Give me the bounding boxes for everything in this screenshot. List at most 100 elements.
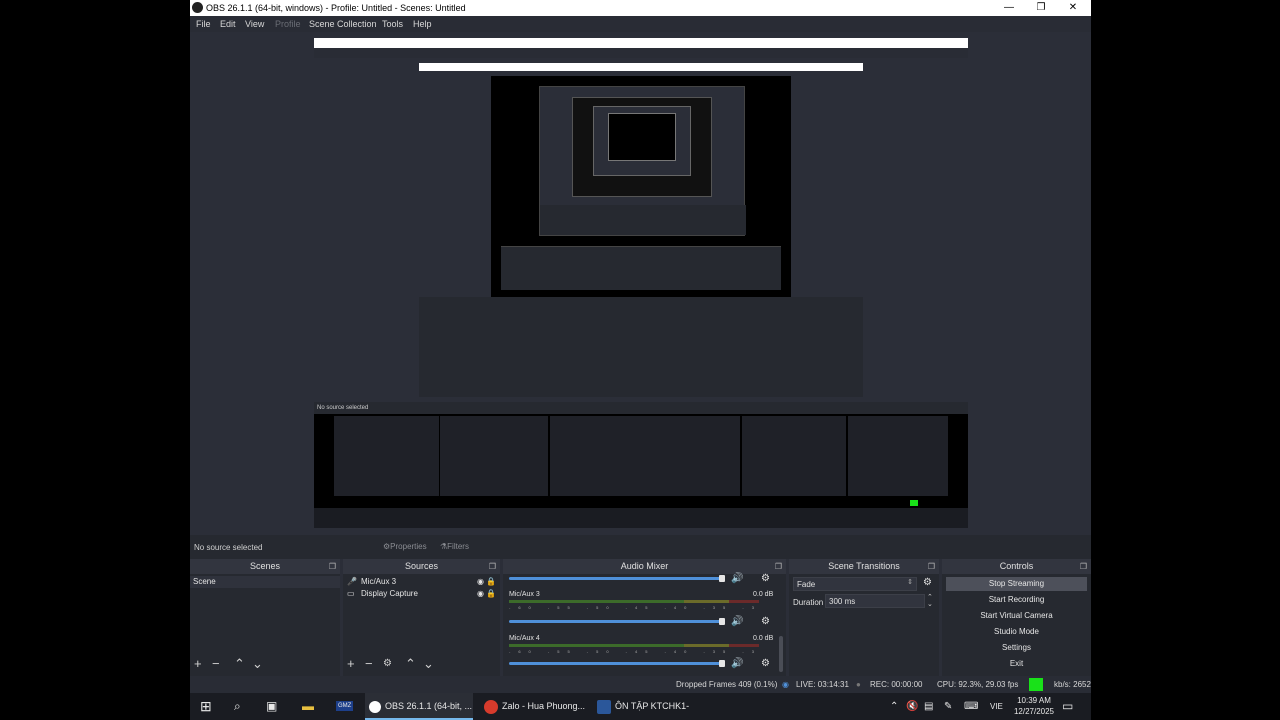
studio-mode-button[interactable]: Studio Mode — [946, 625, 1087, 639]
speaker-icon[interactable]: 🔊 — [731, 616, 743, 627]
mixer-title: Audio Mixer — [620, 561, 669, 571]
source-item[interactable]: 🎤 Mic/Aux 3 ◉ 🔒 — [343, 576, 500, 588]
chevron-up-icon[interactable]: ⌃ — [890, 693, 898, 720]
add-icon[interactable]: + — [347, 656, 355, 671]
volume-slider[interactable] — [509, 577, 723, 580]
windows-taskbar: ⊞ ⌕ ▣ ▬ GMZ OBS 26.1.1 (64-bit, ... Zalo… — [190, 693, 1091, 720]
taskbar-obs[interactable]: OBS 26.1.1 (64-bit, ... — [365, 693, 473, 720]
taskbar-word[interactable]: ÔN TẬP KTCHK1-K... — [593, 693, 701, 720]
slider-handle[interactable] — [719, 618, 725, 625]
slider-handle[interactable] — [719, 660, 725, 667]
start-recording-button[interactable]: Start Recording — [946, 593, 1087, 607]
remove-icon[interactable]: − — [212, 656, 220, 671]
network-icon[interactable]: ▤ — [924, 693, 933, 720]
clock[interactable]: 10:39 AM 12/27/2025 — [1010, 695, 1058, 717]
source-label: Display Capture — [361, 589, 418, 598]
scrollbar[interactable] — [779, 636, 783, 672]
eye-icon[interactable]: ◉ — [477, 588, 484, 600]
properties-button[interactable]: ⚙Properties — [383, 542, 427, 551]
nested-title-bar — [314, 38, 968, 48]
menu-profile[interactable]: Profile — [275, 19, 301, 29]
transition-select[interactable]: Fade ⇕ — [793, 577, 917, 591]
gear-icon[interactable]: ⚙ — [383, 658, 392, 669]
preview-canvas[interactable]: No source selected — [190, 32, 1091, 535]
minimize-button[interactable]: — — [993, 0, 1025, 16]
pen-icon[interactable]: ✎ — [944, 693, 952, 720]
speaker-icon[interactable]: 🔊 — [731, 573, 743, 584]
scene-item[interactable]: Scene — [190, 576, 340, 588]
keyboard-icon[interactable]: ⌨ — [964, 693, 978, 720]
taskbar-zalo[interactable]: Zalo - Hua Phuong... — [480, 693, 588, 720]
menu-file[interactable]: File — [196, 19, 211, 29]
channel-db: 0.0 dB — [753, 635, 774, 642]
volume-mute-icon[interactable]: 🔇 — [906, 693, 918, 720]
slider-handle[interactable] — [719, 575, 725, 582]
maximize-button[interactable]: ❐ — [1025, 0, 1057, 16]
menu-view[interactable]: View — [245, 19, 264, 29]
language-indicator[interactable]: VIE — [990, 693, 1003, 720]
move-up-icon[interactable]: ⌃ — [405, 656, 416, 672]
notification-icon[interactable]: ▭ — [1062, 693, 1073, 720]
source-item[interactable]: ▭ Display Capture ◉ 🔒 — [343, 588, 500, 600]
scenes-title: Scenes — [249, 561, 281, 571]
nested-menu-bar — [314, 48, 968, 58]
volume-slider[interactable] — [509, 662, 723, 665]
filters-button[interactable]: ⚗Filters — [440, 542, 469, 551]
menu-scene-collection[interactable]: Scene Collection — [309, 19, 377, 29]
remove-icon[interactable]: − — [365, 656, 373, 671]
folder-icon[interactable]: ▬ — [302, 693, 314, 720]
duration-input[interactable]: 300 ms — [825, 594, 925, 608]
undock-icon[interactable]: ❐ — [489, 559, 496, 574]
volume-slider[interactable] — [509, 620, 723, 623]
gear-icon[interactable]: ⚙ — [923, 577, 932, 588]
move-up-icon[interactable]: ⌃ — [234, 656, 245, 672]
menu-edit[interactable]: Edit — [220, 19, 236, 29]
updown-icon: ⇕ — [907, 579, 913, 586]
audio-meter — [509, 644, 759, 647]
task-view-icon[interactable]: ▣ — [266, 693, 277, 720]
menu-help[interactable]: Help — [413, 19, 432, 29]
scenes-dock: Scenes ❐ Scene + − ⌃ ⌄ — [190, 559, 340, 676]
move-down-icon[interactable]: ⌄ — [423, 656, 434, 672]
stop-streaming-button[interactable]: Stop Streaming — [946, 577, 1087, 591]
close-button[interactable]: ✕ — [1057, 0, 1089, 16]
monitor-icon: ▭ — [347, 589, 355, 598]
start-virtual-camera-button[interactable]: Start Virtual Camera — [946, 609, 1087, 623]
settings-button[interactable]: Settings — [946, 641, 1087, 655]
gmz-app-icon[interactable]: GMZ — [336, 693, 354, 720]
gmz-label: GMZ — [336, 701, 354, 711]
nested-preview-2 — [419, 63, 863, 397]
transitions-header: Scene Transitions ❐ — [789, 559, 939, 574]
transitions-title: Scene Transitions — [828, 561, 900, 571]
gear-icon[interactable]: ⚙ — [761, 573, 770, 584]
undock-icon[interactable]: ❐ — [329, 559, 336, 574]
nested-preview — [314, 58, 968, 402]
live-icon: ◉ — [782, 680, 789, 689]
transition-value: Fade — [797, 580, 816, 589]
move-down-icon[interactable]: ⌄ — [252, 656, 263, 672]
gear-icon[interactable]: ⚙ — [761, 616, 770, 627]
add-icon[interactable]: + — [194, 656, 202, 671]
lock-icon[interactable]: 🔒 — [486, 588, 496, 600]
undock-icon[interactable]: ❐ — [928, 559, 935, 574]
controls-title: Controls — [999, 561, 1034, 571]
eye-icon[interactable]: ◉ — [477, 576, 484, 588]
sources-title: Sources — [404, 561, 439, 571]
undock-icon[interactable]: ❐ — [1080, 559, 1087, 574]
obs-window: OBS 26.1.1 (64-bit, windows) - Profile: … — [190, 0, 1091, 720]
lock-icon[interactable]: 🔒 — [486, 576, 496, 588]
speaker-icon[interactable]: 🔊 — [731, 658, 743, 669]
gear-icon[interactable]: ⚙ — [761, 658, 770, 669]
obs-app-icon — [369, 700, 381, 713]
search-icon[interactable]: ⌕ — [234, 693, 241, 720]
scenes-header: Scenes ❐ — [190, 559, 340, 574]
menu-tools[interactable]: Tools — [382, 19, 403, 29]
undock-icon[interactable]: ❐ — [775, 559, 782, 574]
windows-start-icon[interactable]: ⊞ — [200, 693, 212, 720]
scenes-toolbar: + − ⌃ ⌄ — [190, 656, 340, 674]
channel-name: Mic/Aux 3 — [509, 591, 540, 598]
mixer-header: Audio Mixer ❐ — [503, 559, 786, 574]
exit-button[interactable]: Exit — [946, 657, 1087, 671]
spin-icon[interactable]: ⌃ ⌄ — [927, 594, 933, 608]
duration-value: 300 ms — [829, 597, 856, 606]
